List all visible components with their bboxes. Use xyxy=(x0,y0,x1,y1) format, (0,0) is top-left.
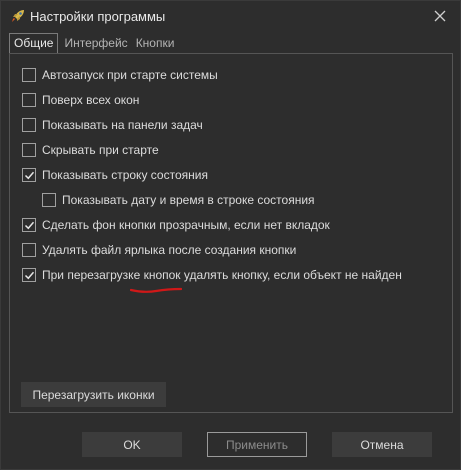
option-show-taskbar[interactable]: Показывать на панели задач xyxy=(22,117,203,133)
cancel-button[interactable]: Отмена xyxy=(332,432,432,457)
option-label: Поверх всех окон xyxy=(42,93,140,107)
checkbox[interactable] xyxy=(22,118,36,132)
checkmark-icon xyxy=(24,271,34,279)
close-button[interactable] xyxy=(429,6,451,26)
option-remove-missing[interactable]: При перезагрузке кнопок удалять кнопку, … xyxy=(22,267,402,283)
reload-icons-button[interactable]: Перезагрузить иконки xyxy=(21,382,166,407)
checkbox-checked[interactable] xyxy=(22,268,36,282)
checkbox[interactable] xyxy=(22,243,36,257)
option-label: Скрывать при старте xyxy=(42,143,159,157)
tab-bar: Общие Интерфейс Кнопки xyxy=(9,33,179,54)
red-annotation-underline xyxy=(130,287,182,293)
title-bar: Настройки программы xyxy=(1,1,460,31)
option-label: При перезагрузке кнопок удалять кнопку, … xyxy=(42,268,402,282)
option-label: Сделать фон кнопки прозрачным, если нет … xyxy=(42,218,330,232)
option-hide-on-start[interactable]: Скрывать при старте xyxy=(22,142,159,158)
option-label: Автозапуск при старте системы xyxy=(42,68,218,82)
tab-general[interactable]: Общие xyxy=(9,33,59,54)
close-icon xyxy=(434,10,446,22)
checkmark-icon xyxy=(24,221,34,229)
checkbox[interactable] xyxy=(22,93,36,107)
tab-interface[interactable]: Интерфейс xyxy=(60,33,131,53)
checkbox-checked[interactable] xyxy=(22,218,36,232)
window-title: Настройки программы xyxy=(30,9,166,24)
tab-buttons[interactable]: Кнопки xyxy=(132,33,179,53)
app-rocket-icon xyxy=(10,8,26,24)
option-autostart[interactable]: Автозапуск при старте системы xyxy=(22,67,218,83)
checkbox[interactable] xyxy=(22,68,36,82)
option-show-datetime[interactable]: Показывать дату и время в строке состоян… xyxy=(42,192,315,208)
option-label: Показывать строку состояния xyxy=(42,168,208,182)
checkbox[interactable] xyxy=(22,143,36,157)
checkmark-icon xyxy=(24,171,34,179)
option-label: Удалять файл ярлыка после создания кнопк… xyxy=(42,243,297,257)
option-transparent-bg[interactable]: Сделать фон кнопки прозрачным, если нет … xyxy=(22,217,330,233)
checkbox-checked[interactable] xyxy=(22,168,36,182)
option-label: Показывать на панели задач xyxy=(42,118,203,132)
option-delete-shortcut[interactable]: Удалять файл ярлыка после создания кнопк… xyxy=(22,242,296,258)
ok-button[interactable]: OK xyxy=(82,432,182,457)
option-label: Показывать дату и время в строке состоян… xyxy=(62,193,315,207)
apply-button[interactable]: Применить xyxy=(207,432,307,457)
checkbox[interactable] xyxy=(42,193,56,207)
option-always-on-top[interactable]: Поверх всех окон xyxy=(22,92,139,108)
option-show-statusbar[interactable]: Показывать строку состояния xyxy=(22,167,208,183)
settings-dialog: Настройки программы Общие Интерфейс Кноп… xyxy=(0,0,461,470)
